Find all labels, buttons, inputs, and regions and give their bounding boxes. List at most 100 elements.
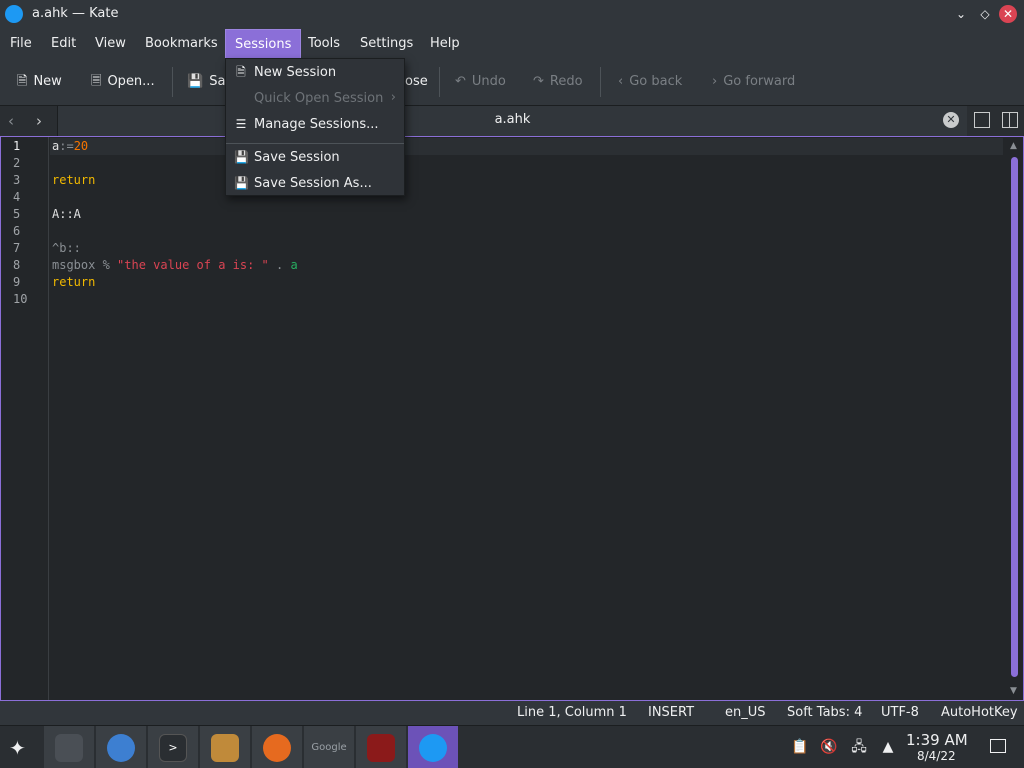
menu-file[interactable]: File	[1, 29, 41, 59]
go-forward-button[interactable]: › Go forward	[712, 67, 795, 97]
save-as-icon: 💾	[234, 176, 249, 190]
spiral-app-icon	[211, 733, 239, 762]
taskbar-google[interactable]: Google	[304, 726, 354, 768]
open-button-label: Open...	[107, 74, 155, 89]
status-bar: Line 1, Column 1 INSERT en_US Soft Tabs:…	[0, 701, 1024, 725]
taskbar-firefox[interactable]	[252, 726, 302, 768]
save-icon: 💾	[234, 150, 249, 164]
scroll-down-icon[interactable]: ▼	[1010, 686, 1017, 696]
menu-item-label: New Session	[254, 65, 337, 80]
code-line-3: return	[52, 173, 96, 187]
tab-scroll-left-icon[interactable]: ‹	[8, 112, 14, 130]
new-tab-icon[interactable]	[974, 112, 990, 128]
taskbar-wine[interactable]	[356, 726, 406, 768]
menu-view[interactable]: View	[86, 29, 135, 59]
tab-a-ahk[interactable]: a.ahk ✕	[57, 106, 967, 136]
tab-scroll-right-icon[interactable]: ›	[36, 112, 42, 130]
maximize-icon[interactable]: ◇	[976, 5, 994, 23]
line-number: 5	[13, 207, 21, 221]
split-view-icon[interactable]	[1002, 112, 1018, 128]
taskbar-kate[interactable]	[408, 726, 458, 768]
line-number-gutter: 1 2 3 4 5 6 7 8 9 10	[1, 137, 49, 700]
taskbar-chromium[interactable]	[96, 726, 146, 768]
menu-separator	[226, 143, 404, 144]
menu-item-save-session[interactable]: 💾 Save Session	[226, 145, 404, 171]
menu-bookmarks[interactable]: Bookmarks	[136, 29, 227, 59]
toolbar: 🗎 New 🗏 Open... 💾 Sa ose ↶ Undo ↷ Redo ‹…	[0, 59, 1024, 105]
redo-button[interactable]: ↷ Redo	[533, 67, 583, 97]
dictionary-language[interactable]: en_US	[725, 705, 766, 720]
show-desktop-icon[interactable]	[990, 739, 1006, 753]
tab-close-icon[interactable]: ✕	[943, 112, 959, 128]
sessions-dropdown-menu: 🗎 New Session Quick Open Session › ☰ Man…	[225, 58, 405, 196]
code-token: %	[95, 258, 118, 272]
menu-tools[interactable]: Tools	[299, 29, 349, 59]
undo-button-label: Undo	[471, 74, 506, 89]
taskbar: ✦ > Google 📋 🔇 🖧 ▲ 1:39 AM 8/4/22	[0, 725, 1024, 768]
new-session-icon: 🗎	[236, 65, 246, 79]
close-window-icon[interactable]: ✕	[999, 5, 1017, 23]
menu-edit[interactable]: Edit	[42, 29, 85, 59]
toolbar-separator	[600, 67, 601, 97]
menu-item-quick-open-session[interactable]: Quick Open Session ›	[226, 86, 404, 112]
code-line-9: return	[52, 275, 96, 289]
window-title: a.ahk — Kate	[32, 6, 119, 21]
chevron-left-icon: ‹	[618, 74, 624, 89]
vertical-scrollbar[interactable]: ▲ ▼	[1009, 141, 1019, 696]
tray-expand-icon[interactable]: ▲	[879, 738, 897, 756]
menu-item-label: Quick Open Session	[254, 91, 384, 106]
title-bar: a.ahk — Kate ⌄ ◇ ✕	[0, 0, 1024, 29]
code-token: :=	[59, 139, 74, 153]
clock-time[interactable]: 1:39 AM	[906, 731, 968, 749]
code-token: 20	[73, 139, 89, 153]
terminal-icon: >	[159, 733, 187, 762]
menu-help[interactable]: Help	[421, 29, 469, 59]
syntax-mode[interactable]: AutoHotKey	[941, 705, 1018, 720]
firefox-icon	[263, 733, 291, 762]
network-icon[interactable]: 🖧	[850, 738, 868, 756]
menu-item-save-session-as[interactable]: 💾 Save Session As...	[226, 171, 404, 197]
save-button[interactable]: 💾 Sa	[187, 67, 225, 97]
minimize-icon[interactable]: ⌄	[952, 5, 970, 23]
indentation-setting[interactable]: Soft Tabs: 4	[787, 705, 862, 720]
taskbar-file-manager[interactable]	[44, 726, 94, 768]
line-number: 9	[13, 275, 21, 289]
folder-icon	[55, 733, 83, 762]
code-line-1: a:=20	[52, 139, 88, 153]
file-encoding[interactable]: UTF-8	[881, 705, 919, 720]
code-token: "the value of a is: "	[117, 258, 269, 272]
menu-settings[interactable]: Settings	[351, 29, 422, 59]
scrollbar-thumb[interactable]	[1011, 157, 1018, 677]
taskbar-app-4[interactable]	[200, 726, 250, 768]
undo-button[interactable]: ↶ Undo	[455, 67, 506, 97]
new-document-icon: 🗎	[17, 74, 28, 89]
code-token: .	[268, 258, 291, 272]
menu-sessions[interactable]: Sessions	[225, 29, 302, 59]
menu-item-label: Save Session As...	[254, 176, 372, 191]
app-launcher-icon[interactable]: ✦	[9, 736, 26, 760]
clock-date[interactable]: 8/4/22	[917, 749, 956, 763]
save-button-label: Sa	[209, 74, 226, 89]
go-forward-label: Go forward	[723, 74, 796, 89]
kate-icon	[419, 733, 447, 762]
clipboard-icon[interactable]: 📋	[791, 738, 809, 756]
go-back-button[interactable]: ‹ Go back	[618, 67, 682, 97]
menu-item-new-session[interactable]: 🗎 New Session	[226, 60, 404, 86]
menu-item-manage-sessions[interactable]: ☰ Manage Sessions...	[226, 112, 404, 138]
code-line-7: ^b::	[52, 241, 81, 255]
input-mode[interactable]: INSERT	[648, 705, 694, 720]
new-button-label: New	[33, 74, 62, 89]
wine-glass-icon	[367, 733, 395, 762]
code-line-8: msgbox % "the value of a is: " . a	[52, 258, 298, 272]
new-button[interactable]: 🗎 New	[17, 67, 62, 97]
volume-muted-icon[interactable]: 🔇	[820, 738, 838, 756]
scroll-up-icon[interactable]: ▲	[1010, 141, 1017, 151]
code-line-5: A::A	[52, 207, 81, 221]
close-document-button[interactable]: ose	[405, 67, 428, 97]
cursor-position[interactable]: Line 1, Column 1	[517, 705, 627, 720]
taskbar-terminal[interactable]: >	[148, 726, 198, 768]
open-button[interactable]: 🗏 Open...	[91, 67, 155, 97]
tab-title: a.ahk	[494, 112, 531, 127]
submenu-arrow-icon: ›	[390, 90, 396, 105]
editor-area[interactable]: 1 2 3 4 5 6 7 8 9 10 a:=20 return A::A ^…	[0, 136, 1024, 701]
